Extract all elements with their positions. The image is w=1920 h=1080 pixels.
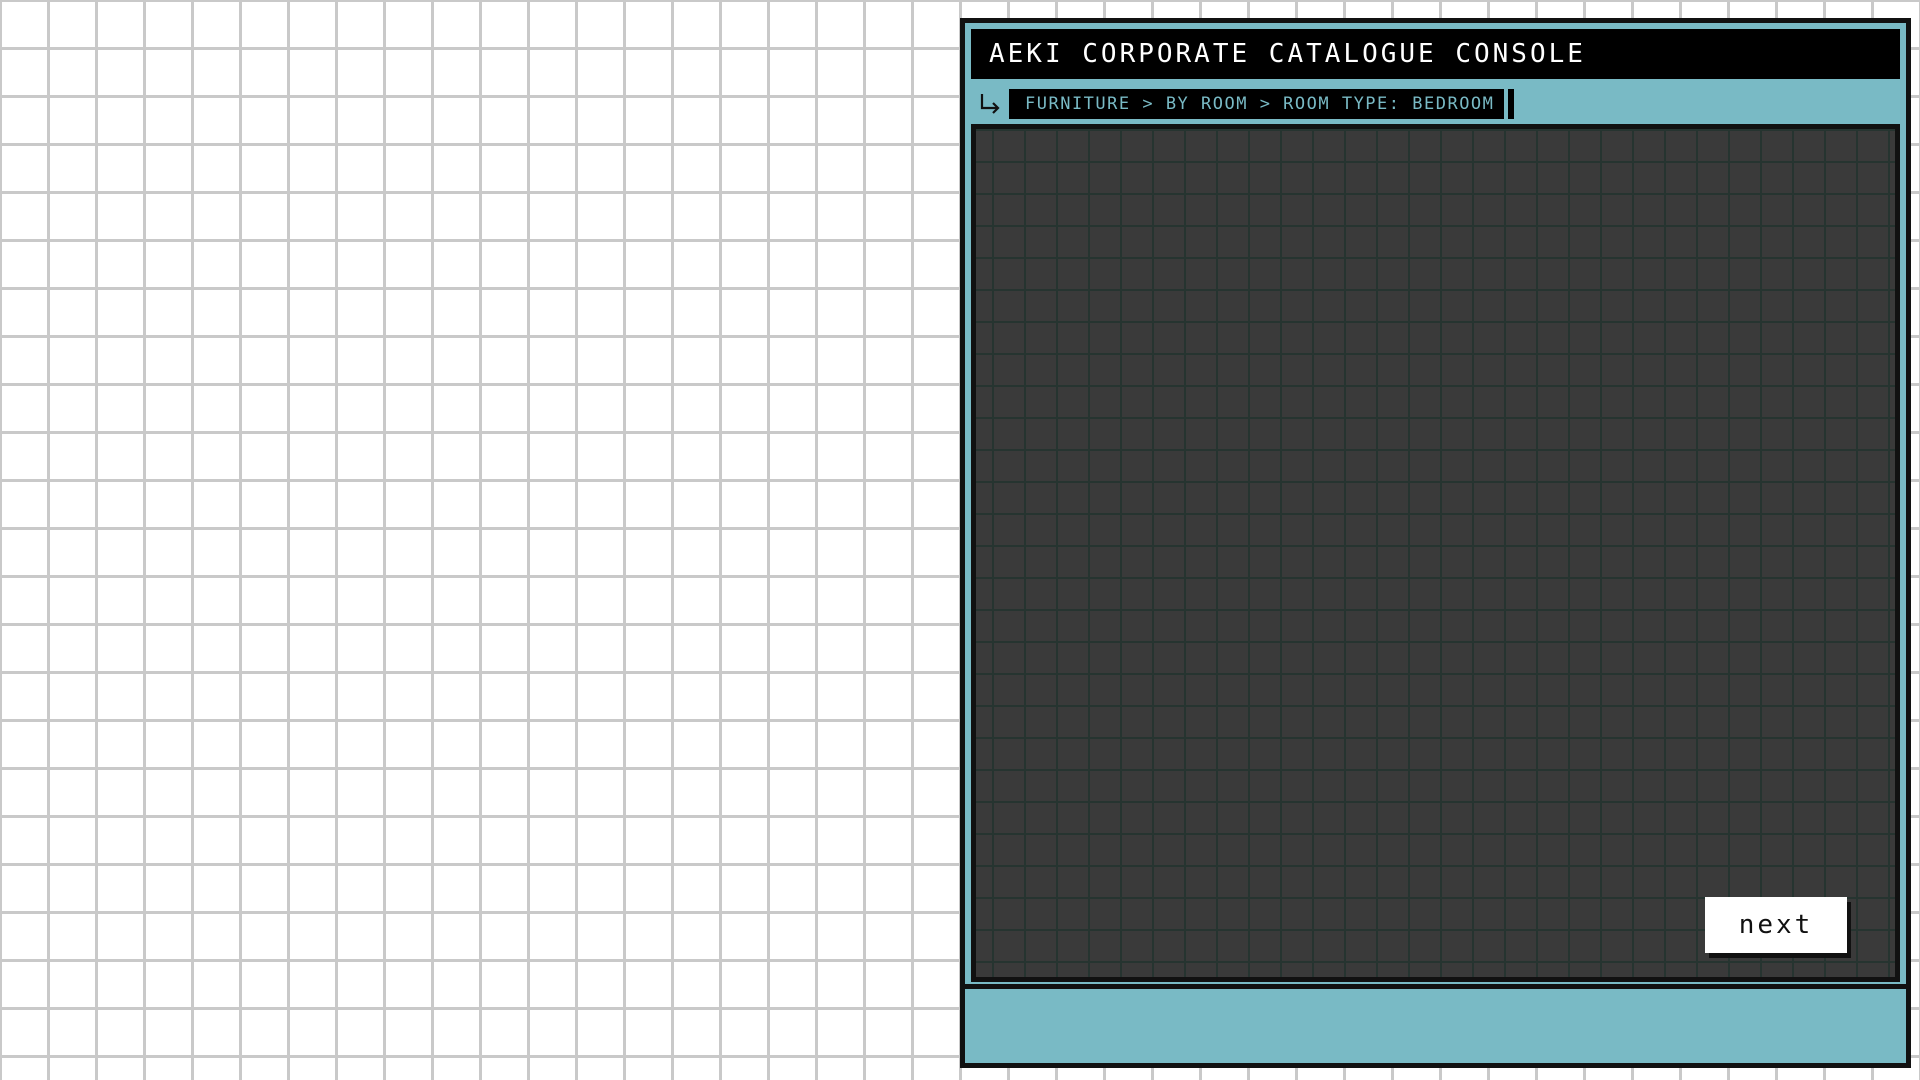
next-button[interactable]: next [1705,897,1847,953]
breadcrumb: FURNITURE > BY ROOM > ROOM TYPE: BEDROOM [1009,89,1505,119]
footer-area [965,989,1906,1063]
return-arrow-icon[interactable] [971,88,1009,120]
breadcrumb-row: FURNITURE > BY ROOM > ROOM TYPE: BEDROOM [971,88,1515,120]
window-title: AEKI CORPORATE CATALOGUE CONSOLE [989,39,1586,69]
breadcrumb-path: FURNITURE > BY ROOM > ROOM TYPE: BEDROOM [1025,94,1495,114]
breadcrumb-end-cap [1508,89,1515,119]
catalogue-console-window: AEKI CORPORATE CATALOGUE CONSOLE FURNITU… [960,18,1911,1068]
catalogue-content-panel: next [971,124,1900,982]
title-bar: AEKI CORPORATE CATALOGUE CONSOLE [971,29,1900,79]
